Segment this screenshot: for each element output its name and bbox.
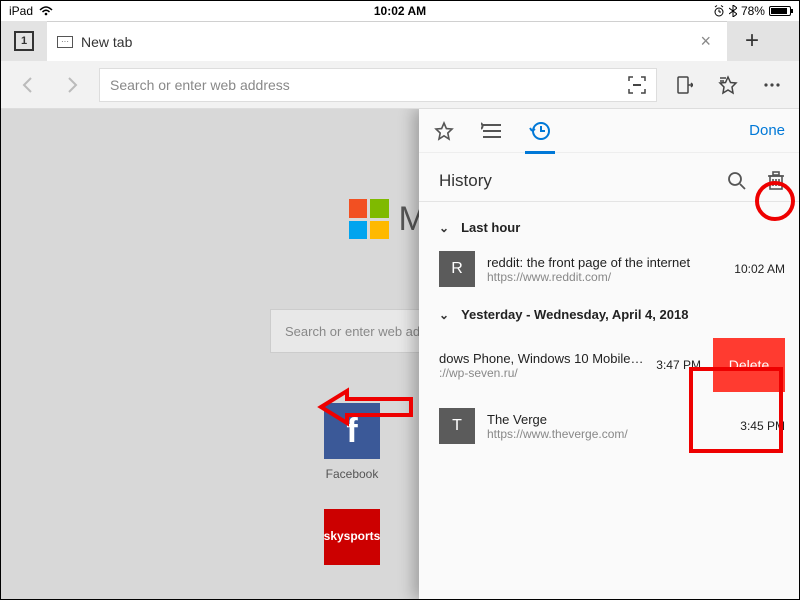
tab-title: New tab [81,34,686,50]
back-button[interactable] [11,68,45,102]
tile-label: Facebook [326,467,379,481]
clock-label: 10:02 AM [267,4,533,18]
ios-status-bar: iPad 10:02 AM 78% [1,1,799,21]
hub-tabs: Done [419,109,799,153]
tab-page-icon: ··· [57,36,73,48]
chevron-down-icon: ⌄ [439,221,449,235]
site-favicon: T [439,408,475,444]
battery-pct-label: 78% [741,4,765,18]
section-label: Yesterday - Wednesday, April 4, 2018 [461,307,688,322]
annotation-circle [755,181,795,221]
history-entry-url: https://www.reddit.com/ [487,270,722,284]
site-favicon: R [439,251,475,287]
hub-panel: Done History ⌄ Last hour R reddit: the [419,109,799,599]
page-content: Mic Search or enter web address f Facebo… [1,109,799,599]
forward-button[interactable] [55,68,89,102]
microsoft-logo-icon [349,199,389,239]
address-placeholder: Search or enter web address [110,77,290,93]
history-section-lasthour[interactable]: ⌄ Last hour [419,208,799,243]
history-search-button[interactable] [727,171,747,191]
new-tab-button[interactable]: + [727,21,777,61]
carrier-label: iPad [9,4,33,18]
qr-scan-icon[interactable] [628,76,646,94]
browser-toolbar: Search or enter web address [1,61,799,109]
skysports-icon: skysports [324,509,380,565]
battery-icon [769,6,791,16]
hub-done-button[interactable]: Done [749,122,785,139]
tab-count-label: 1 [21,35,27,47]
divider [419,201,799,202]
hub-tab-favorites[interactable] [433,120,455,142]
history-section-yesterday[interactable]: ⌄ Yesterday - Wednesday, April 4, 2018 [419,295,799,330]
tile-skysports[interactable]: skysports [324,509,380,573]
history-entry-title: dows Phone, Windows 10 Mobile и Wi… [439,351,644,366]
tab-count-button[interactable]: 1 [1,21,47,61]
history-title: History [439,171,717,191]
section-label: Last hour [461,220,520,235]
hub-tab-readinglist[interactable] [481,120,503,142]
history-header: History [419,153,799,201]
favorites-button[interactable] [711,68,745,102]
tab-strip: 1 ··· New tab × + [1,21,799,61]
send-to-device-button[interactable] [667,68,701,102]
hub-tab-history[interactable] [529,120,551,142]
annotation-box [689,367,783,453]
history-entry-time: 10:02 AM [734,262,785,276]
annotation-arrow [321,387,421,427]
history-row[interactable]: R reddit: the front page of the internet… [419,243,799,295]
history-entry-url: ://wp-seven.ru/ [439,366,644,380]
alarm-icon [713,5,725,17]
chevron-down-icon: ⌄ [439,308,449,322]
address-bar[interactable]: Search or enter web address [99,68,657,102]
history-entry-title: reddit: the front page of the internet [487,255,722,270]
tab-active[interactable]: ··· New tab × [47,21,727,61]
bluetooth-icon [729,5,737,17]
wifi-icon [39,6,53,16]
tab-close-button[interactable]: × [694,31,717,52]
more-button[interactable] [755,68,789,102]
